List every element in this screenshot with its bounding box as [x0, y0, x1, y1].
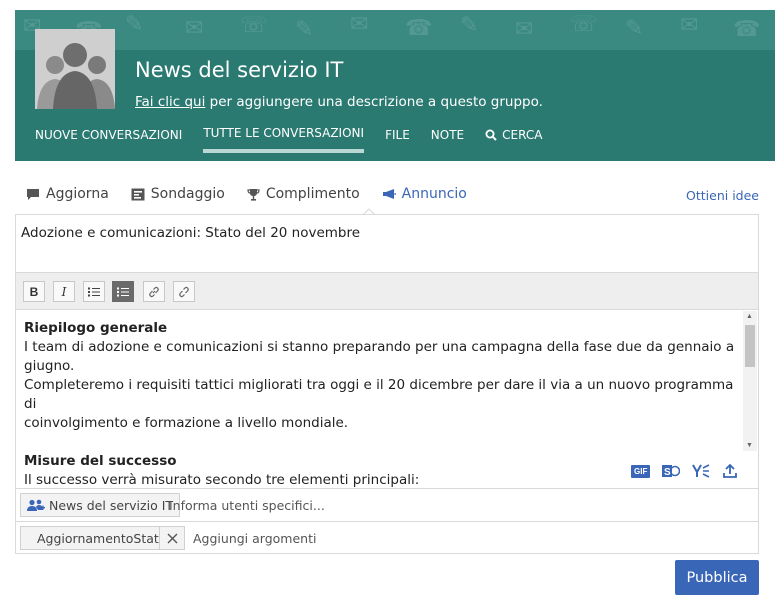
unlink-icon [179, 286, 189, 297]
tab-praise[interactable]: Complimento [247, 186, 360, 202]
remove-link-button[interactable] [173, 281, 195, 302]
body-line: I team di adozione e comunicazioni si st… [24, 339, 735, 374]
gif-icon: GIF [631, 464, 651, 478]
group-title: News del servizio IT [135, 58, 344, 82]
bullet-list-button[interactable] [83, 281, 105, 302]
announcement-composer: Adozione e comunicazioni: Stato del 20 n… [15, 214, 759, 554]
bullet-list-icon [88, 287, 100, 296]
poll-icon [131, 188, 145, 200]
nav-search[interactable]: CERCA [485, 126, 542, 153]
group-chip[interactable]: News del servizio IT [20, 493, 181, 517]
tab-update[interactable]: Aggiorna [26, 186, 109, 202]
group-description: Fai clic qui per aggiungere una descrizi… [135, 94, 543, 110]
add-topics-input[interactable]: Aggiungi argomenti [193, 531, 316, 546]
remove-topic-button[interactable] [159, 526, 185, 550]
attachment-actions: GIF S [631, 463, 738, 479]
tab-poll[interactable]: Sondaggio [131, 186, 225, 202]
sharepoint-button[interactable]: S [662, 463, 681, 479]
topics-row: AggiornamentoStato Aggiungi argomenti [16, 521, 758, 554]
link-icon [149, 286, 159, 297]
yammer-icon [692, 464, 710, 478]
group-header: ✉ ☎ ✎ ✉ ☏ ✎ ✉ ☎ ✎ ✉ ☏ ✎ ✉ ☎ News del ser… [15, 10, 775, 161]
tab-update-label: Aggiorna [46, 186, 109, 202]
group-icon [27, 499, 45, 511]
publisher-tabs: Aggiorna Sondaggio Complimento Annuncio [26, 186, 489, 202]
sharepoint-icon: S [662, 465, 681, 478]
numbered-list-icon [117, 287, 129, 296]
numbered-list-button[interactable] [112, 281, 134, 302]
bold-button[interactable]: B [23, 281, 45, 302]
group-chip-label: News del servizio IT [49, 497, 174, 513]
scroll-thumb[interactable] [745, 325, 755, 367]
upload-button[interactable] [722, 463, 738, 479]
nav-notes[interactable]: NOTE [431, 126, 464, 153]
gif-button[interactable]: GIF [631, 464, 651, 478]
recipients-row: News del servizio IT Informa utenti spec… [16, 488, 758, 521]
scroll-down-arrow[interactable]: ▼ [746, 442, 753, 449]
topic-chip-label: AggiornamentoStato [37, 530, 167, 546]
subject-input[interactable]: Adozione e comunicazioni: Stato del 20 n… [21, 225, 360, 241]
notify-users-input[interactable]: Informa utenti specifici... [169, 498, 325, 513]
yammer-button[interactable] [692, 463, 710, 479]
body-line: Completeremo i requisiti tattici miglior… [24, 377, 734, 412]
body-scrollbar[interactable]: ▲ ▼ [743, 311, 757, 451]
scroll-up-arrow[interactable]: ▲ [746, 313, 753, 320]
search-icon [485, 129, 497, 141]
tab-poll-label: Sondaggio [150, 186, 225, 202]
description-text: per aggiungere una descrizione a questo … [205, 94, 543, 110]
nav-new-conversations[interactable]: NUOVE CONVERSAZIONI [35, 126, 182, 153]
publish-button[interactable]: Pubblica [675, 560, 759, 595]
italic-button[interactable]: I [53, 281, 75, 302]
group-avatar[interactable] [35, 29, 115, 109]
body-heading-summary: Riepilogo generale [24, 320, 168, 336]
megaphone-icon [382, 189, 396, 199]
tab-announcement[interactable]: Annuncio [382, 186, 467, 202]
comment-icon [27, 188, 39, 200]
close-icon [167, 533, 177, 543]
nav-files[interactable]: FILE [385, 126, 410, 153]
tab-praise-label: Complimento [265, 186, 360, 202]
topic-chip[interactable]: AggiornamentoStato [20, 526, 166, 550]
insert-link-button[interactable] [143, 281, 165, 302]
add-description-link[interactable]: Fai clic qui [135, 94, 205, 110]
upload-icon [723, 463, 738, 478]
nav-search-label: CERCA [502, 128, 543, 142]
tab-announcement-label: Annuncio [401, 186, 467, 202]
header-pattern: ✉ ☎ ✎ ✉ ☏ ✎ ✉ ☎ ✎ ✉ ☏ ✎ ✉ ☎ [15, 10, 775, 50]
nav-all-conversations[interactable]: TUTTE LE CONVERSAZIONI [203, 126, 365, 153]
trophy-icon [247, 188, 260, 201]
get-ideas-link[interactable]: Ottieni idee [686, 188, 759, 203]
format-toolbar: B I [16, 272, 758, 310]
body-line: coinvolgimento e formazione a livello mo… [24, 415, 349, 431]
group-nav: NUOVE CONVERSAZIONI TUTTE LE CONVERSAZIO… [35, 126, 563, 153]
svg-text:S: S [664, 467, 671, 478]
